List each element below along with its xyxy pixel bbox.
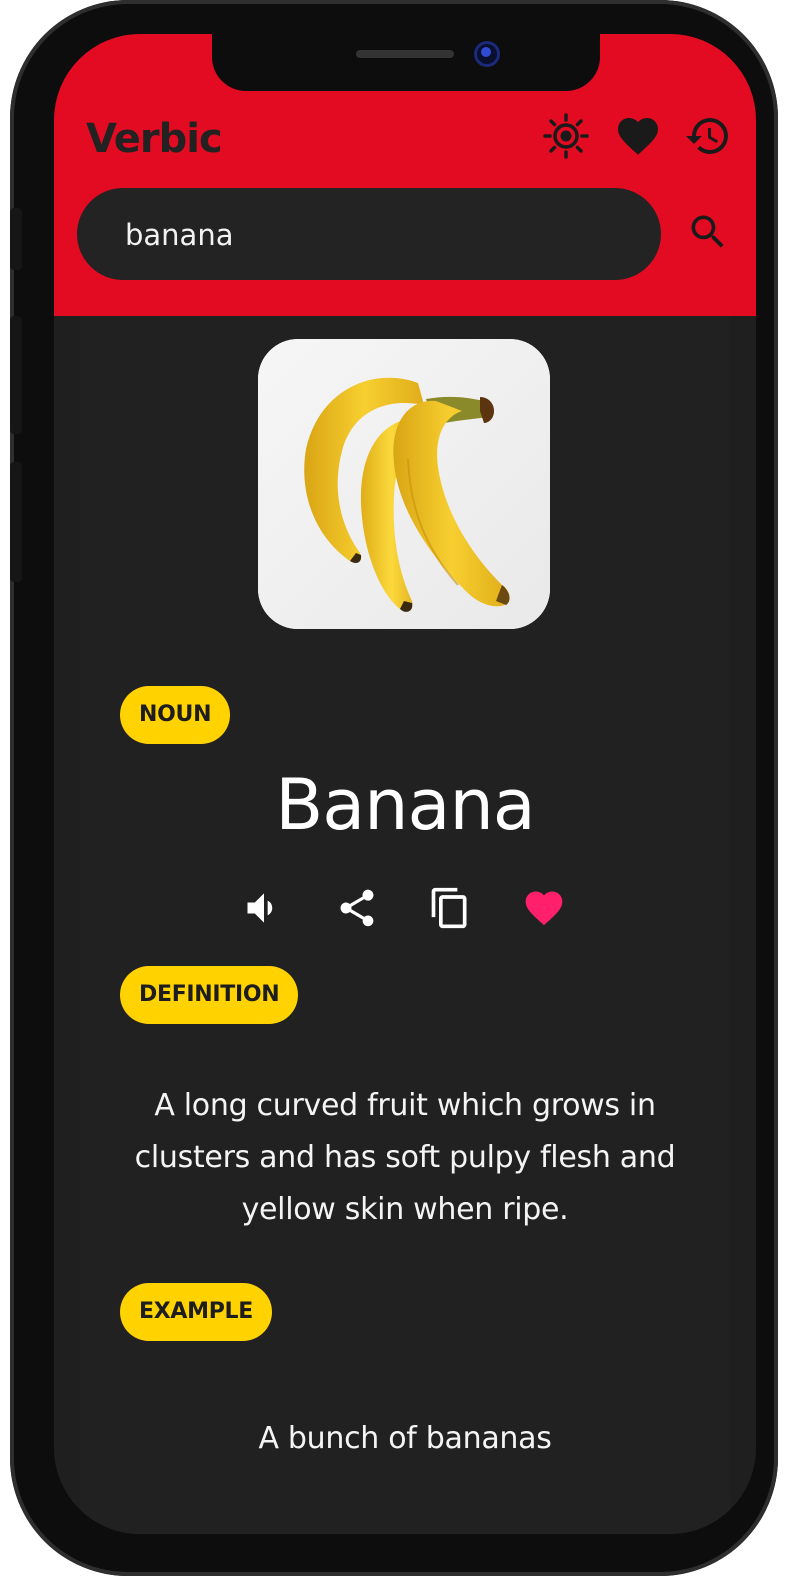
search-bar [77, 188, 661, 280]
phone-frame: Verbic banana NOUN Banana DEFINITION A l… [10, 0, 778, 1576]
example-text: A bunch of bananas [258, 1421, 552, 1456]
search-icon[interactable] [686, 210, 730, 254]
part-of-speech-badge: NOUN [120, 686, 231, 744]
pronounce-speaker-icon[interactable] [242, 886, 286, 930]
share-icon[interactable] [335, 886, 379, 930]
example-label: EXAMPLE [120, 1283, 272, 1341]
search-input[interactable] [123, 210, 627, 260]
favorites-icon[interactable] [614, 112, 662, 160]
history-icon[interactable] [684, 112, 732, 160]
app-screen: Verbic banana NOUN Banana DEFINITION A l… [54, 34, 756, 1534]
app-title: Verbic [86, 116, 223, 162]
front-camera [474, 41, 500, 67]
side-button-mute [10, 208, 22, 270]
definition-label: DEFINITION [120, 966, 299, 1024]
word-title: Banana [275, 764, 535, 846]
word-image-banana [258, 339, 550, 629]
earpiece-speaker [356, 50, 454, 58]
app-header: Verbic [54, 34, 756, 316]
side-button-volume-down [10, 462, 22, 582]
theme-toggle-icon[interactable] [542, 112, 590, 160]
side-button-volume-up [10, 316, 22, 434]
favorite-heart-icon[interactable] [522, 886, 566, 930]
phone-notch [212, 34, 600, 91]
definition-text: A long curved fruit which grows in clust… [134, 1088, 676, 1227]
copy-icon[interactable] [428, 886, 472, 930]
